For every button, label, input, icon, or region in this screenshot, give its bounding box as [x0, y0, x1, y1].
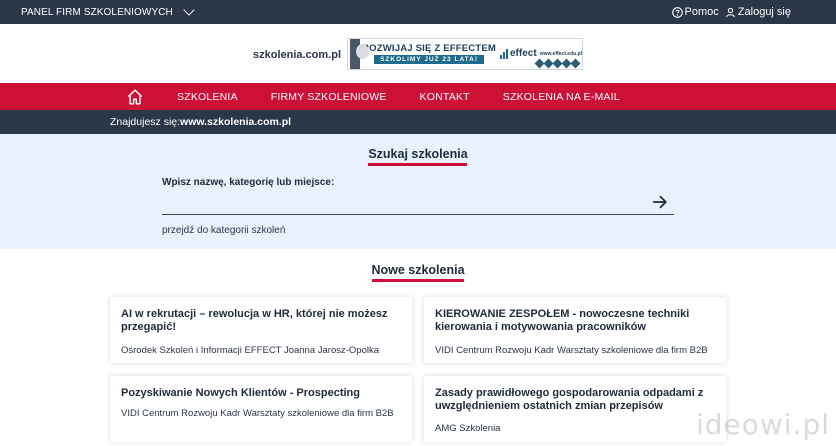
search-title: Szukaj szkolenia — [368, 147, 468, 161]
training-organizer: VIDI Centrum Rozwoju Kadr Warsztaty szko… — [435, 345, 708, 356]
effect-ad-banner[interactable]: ROZWIJAJ SIĘ Z EFFECTEM SZKOLIMY JUŻ 23 … — [347, 37, 584, 70]
banner-headline: ROZWIJAJ SIĘ Z EFFECTEM — [362, 43, 496, 54]
search-input[interactable] — [162, 191, 674, 215]
home-icon[interactable] — [126, 88, 144, 106]
help-circle-icon — [671, 6, 683, 18]
site-header: szkolenia.com.pl ROZWIJAJ SIĘ Z EFFECTEM… — [0, 24, 836, 83]
user-icon — [725, 7, 735, 17]
banner-text: ROZWIJAJ SIĘ Z EFFECTEM SZKOLIMY JUŻ 23 … — [362, 43, 496, 64]
top-bar-actions: Pomoc Zaloguj się — [671, 6, 791, 18]
training-title[interactable]: Pozyskiwanie Nowych Klientów - Prospecti… — [121, 387, 401, 400]
help-label: Pomoc — [684, 6, 719, 18]
login-label: Zaloguj się — [737, 6, 791, 18]
search-label: Wpisz nazwę, kategorię lub miejsce: — [162, 177, 335, 188]
category-link[interactable]: przejdź do kategorii szkoleń — [162, 225, 285, 236]
training-title[interactable]: AI w rekrutacji – rewolucja w HR, której… — [121, 308, 401, 334]
breadcrumb: Znajdujesz się: www.szkolenia.com.pl — [0, 110, 836, 134]
banner-subline: SZKOLIMY JUŻ 23 LATA! — [374, 55, 484, 64]
nav-firmy-szkoleniowe[interactable]: FIRMY SZKOLENIOWE — [271, 91, 387, 103]
new-trainings-title: Nowe szkolenia — [371, 263, 465, 277]
search-title-underline — [368, 163, 467, 166]
top-bar: PANEL FIRM SZKOLENIOWYCH Pomoc Zaloguj s… — [0, 0, 836, 24]
main-navigation: SZKOLENIA FIRMY SZKOLENIOWE KONTAKT SZKO… — [0, 83, 836, 110]
banner-brand: effect — [500, 48, 537, 59]
panel-firm-label: PANEL FIRM SZKOLENIOWYCH — [21, 6, 173, 18]
training-card[interactable]: KIEROWANIE ZESPOŁEM - nowoczesne technik… — [424, 297, 726, 363]
watermark: ideowi.pl — [695, 408, 830, 441]
chevron-down-icon — [183, 4, 195, 16]
login-link[interactable]: Zaloguj się — [725, 6, 791, 18]
training-card[interactable]: AI w rekrutacji – rewolucja w HR, której… — [110, 297, 412, 363]
effect-logo-icon — [500, 48, 508, 59]
banner-portrait — [350, 38, 370, 69]
help-link[interactable]: Pomoc — [671, 6, 719, 18]
search-section: Szukaj szkolenia Wpisz nazwę, kategorię … — [0, 134, 836, 249]
training-card[interactable]: Zasady prawidłowego gospodarowania odpad… — [424, 376, 726, 442]
new-trainings-underline — [372, 279, 464, 282]
banner-brand-name: effect — [510, 48, 537, 59]
training-organizer: Ośrodek Szkoleń i Informacji EFFECT Joan… — [121, 345, 380, 356]
site-name[interactable]: szkolenia.com.pl — [253, 49, 341, 61]
training-organizer: VIDI Centrum Rozwoju Kadr Warsztaty szko… — [121, 408, 394, 419]
training-organizer: AMG Szkolenia — [435, 423, 501, 434]
banner-decoration — [534, 58, 581, 68]
breadcrumb-prefix: Znajdujesz się: — [110, 116, 181, 128]
arrow-right-icon[interactable] — [651, 193, 669, 211]
nav-szkolenia[interactable]: SZKOLENIA — [177, 91, 238, 103]
breadcrumb-current[interactable]: www.szkolenia.com.pl — [180, 116, 291, 128]
training-title[interactable]: Zasady prawidłowego gospodarowania odpad… — [435, 387, 715, 413]
banner-url: www.effect.edu.pl — [539, 50, 583, 57]
nav-szkolenia-na-email[interactable]: SZKOLENIA NA E-MAIL — [503, 91, 620, 103]
training-title[interactable]: KIEROWANIE ZESPOŁEM - nowoczesne technik… — [435, 308, 715, 334]
training-card[interactable]: Pozyskiwanie Nowych Klientów - Prospecti… — [110, 376, 412, 442]
panel-firm-toggle[interactable]: PANEL FIRM SZKOLENIOWYCH — [21, 4, 195, 18]
nav-kontakt[interactable]: KONTAKT — [420, 91, 470, 103]
